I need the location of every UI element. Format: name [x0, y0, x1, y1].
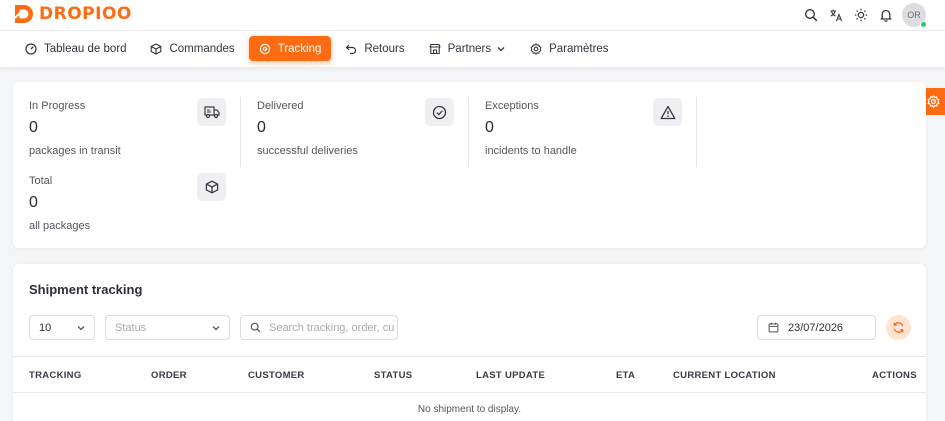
check-circle-icon — [425, 98, 454, 126]
column-header-customer[interactable]: CUSTOMER — [248, 370, 305, 381]
translate-icon[interactable] — [823, 3, 848, 28]
brand-logo[interactable]: DROPIOO — [13, 2, 132, 26]
stat-total: Total 0 all packages — [13, 172, 241, 242]
stat-in-progress: In Progress 0 packages in transit — [13, 97, 241, 167]
nav-item-commandes[interactable]: Commandes — [140, 36, 244, 61]
search-placeholder: Search tracking, order, cu — [269, 321, 395, 334]
search-input[interactable]: Search tracking, order, cu — [240, 315, 398, 340]
chevron-down-icon — [496, 44, 506, 54]
shipment-tracking-card: Shipment tracking 10 Status Search track… — [13, 264, 926, 421]
page-size-value: 10 — [39, 321, 52, 334]
refresh-icon — [892, 321, 905, 334]
stat-desc: incidents to handle — [485, 145, 577, 157]
nav-item-partners[interactable]: Partners — [419, 36, 516, 61]
dashboard-icon — [25, 42, 37, 55]
stat-label: Total — [29, 175, 53, 187]
empty-table-message: No shipment to display. — [417, 404, 522, 415]
gear-icon — [530, 42, 542, 55]
stat-value: 0 — [29, 119, 38, 136]
gear-icon — [927, 95, 940, 108]
column-header-last-update[interactable]: LAST UPDATE — [476, 370, 545, 381]
user-avatar[interactable]: OR — [902, 3, 927, 28]
stat-desc: packages in transit — [29, 145, 121, 157]
nav-item-retours[interactable]: Retours — [335, 36, 414, 61]
stats-card: In Progress 0 packages in transit Delive… — [13, 82, 926, 248]
nav-label: Partners — [447, 42, 492, 55]
chevron-down-icon — [211, 323, 221, 333]
top-bar: DROPIOO OR — [0, 0, 945, 31]
package-icon — [197, 173, 226, 201]
date-picker[interactable]: 23/07/2026 — [757, 315, 876, 340]
page-size-select[interactable]: 10 — [29, 315, 95, 340]
chevron-down-icon — [76, 323, 86, 333]
box-icon — [150, 42, 162, 55]
stat-value: 0 — [485, 119, 494, 136]
calendar-icon — [758, 322, 779, 333]
nav-label: Commandes — [169, 42, 235, 55]
section-title: Shipment tracking — [29, 282, 143, 297]
alert-icon — [653, 98, 682, 126]
stat-value: 0 — [257, 119, 266, 136]
nav-label: Tracking — [277, 42, 322, 55]
date-value: 23/07/2026 — [788, 321, 844, 334]
sun-icon[interactable] — [848, 3, 873, 28]
stat-label: Delivered — [257, 100, 304, 112]
stat-label: Exceptions — [485, 100, 539, 112]
nav-item-parametres[interactable]: Paramètres — [520, 36, 618, 61]
online-status-dot — [920, 21, 927, 28]
location-icon — [259, 43, 271, 55]
search-icon — [241, 322, 261, 333]
store-icon — [429, 43, 441, 55]
stat-value: 0 — [29, 194, 38, 211]
main-nav-bar: Tableau de bord Commandes Tracking Retou… — [0, 31, 945, 67]
bell-icon[interactable] — [873, 3, 898, 28]
nav-label: Retours — [364, 42, 405, 55]
column-header-status[interactable]: STATUS — [374, 370, 412, 381]
status-filter-select[interactable]: Status — [105, 315, 230, 340]
avatar-initials: OR — [907, 10, 921, 20]
nav-label: Paramètres — [549, 42, 609, 55]
truck-icon — [197, 98, 226, 126]
column-header-order[interactable]: ORDER — [151, 370, 187, 381]
return-icon — [345, 43, 357, 55]
brand-name: DROPIOO — [39, 4, 132, 24]
search-icon[interactable] — [798, 3, 823, 28]
refresh-button[interactable] — [886, 315, 911, 340]
stat-label: In Progress — [29, 100, 86, 112]
column-header-tracking[interactable]: TRACKING — [29, 370, 82, 381]
stat-desc: all packages — [29, 220, 91, 232]
status-placeholder: Status — [115, 321, 147, 334]
nav-item-tableau-de-bord[interactable]: Tableau de bord — [15, 36, 136, 61]
column-header-current-location[interactable]: CURRENT LOCATION — [673, 370, 776, 381]
stat-exceptions: Exceptions 0 incidents to handle — [469, 97, 697, 167]
nav-label: Tableau de bord — [44, 42, 127, 55]
column-header-actions: ACTIONS — [872, 370, 917, 381]
table-header: TRACKING ORDER CUSTOMER STATUS LAST UPDA… — [13, 356, 926, 393]
nav-item-tracking[interactable]: Tracking — [248, 36, 332, 61]
stat-desc: successful deliveries — [257, 145, 358, 157]
stat-delivered: Delivered 0 successful deliveries — [241, 97, 469, 167]
logo-mark-icon — [13, 3, 35, 25]
column-header-eta[interactable]: ETA — [616, 370, 635, 381]
